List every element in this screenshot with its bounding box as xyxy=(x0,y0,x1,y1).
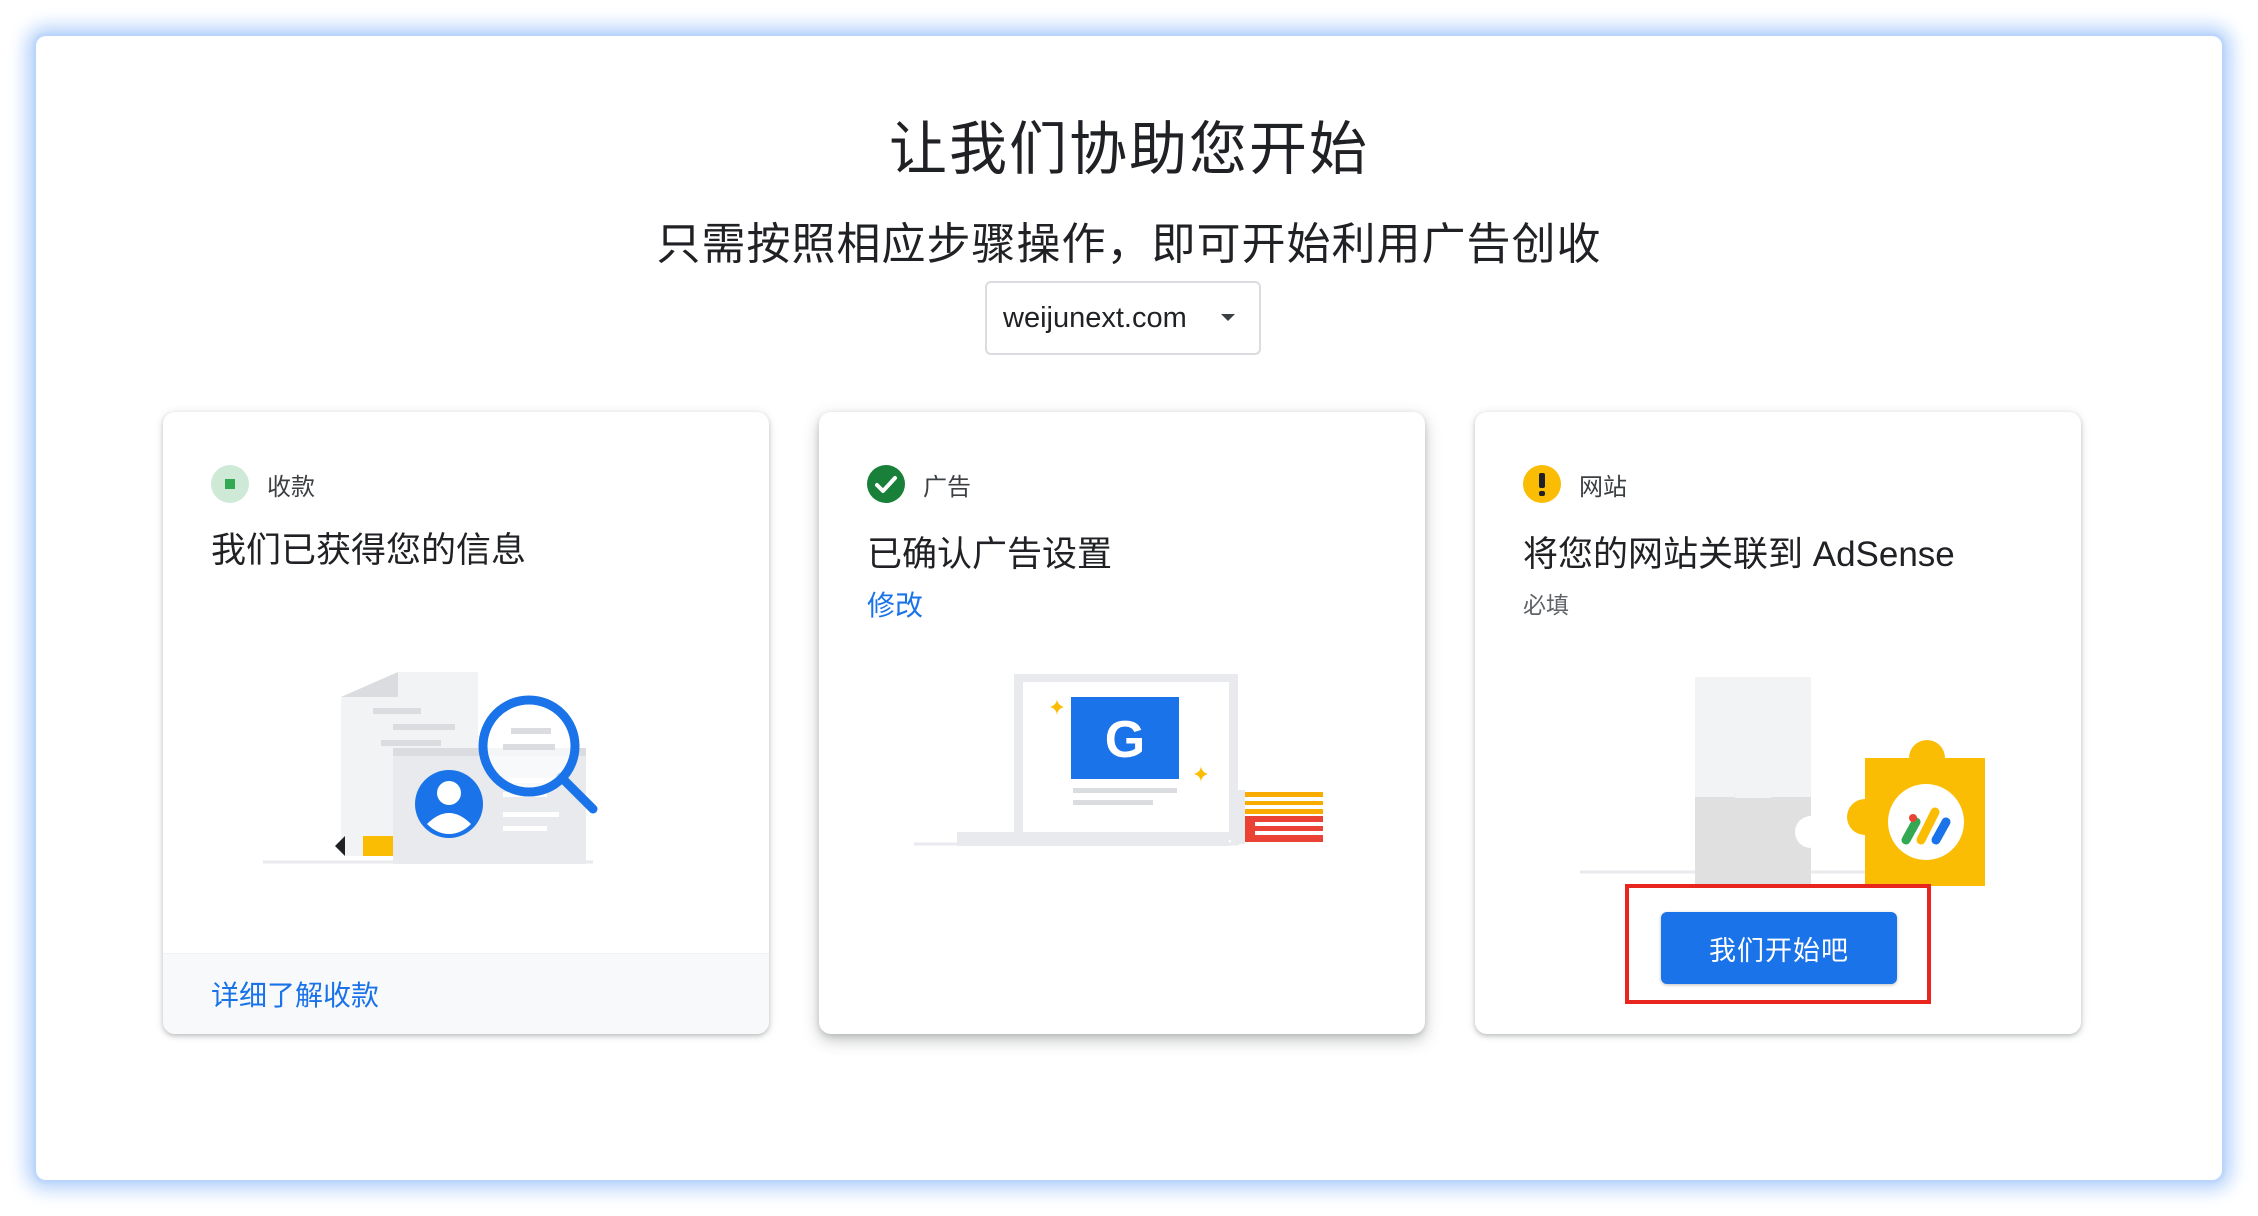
payments-footer: 详细了解收款 xyxy=(163,953,769,1034)
learn-payments-link[interactable]: 详细了解收款 xyxy=(211,974,379,1014)
document-id-magnifier-illustration xyxy=(263,672,598,864)
site-selector[interactable]: weijunext.com xyxy=(985,281,1261,355)
svg-text:✦: ✦ xyxy=(1048,696,1066,721)
get-started-button[interactable]: 我们开始吧 xyxy=(1661,912,1897,984)
ads-card: 广告 已确认广告设置 修改 G ✦ ✦ xyxy=(819,412,1425,1034)
dropdown-arrow-icon xyxy=(1221,314,1235,321)
laptop-google-books-illustration: G ✦ ✦ xyxy=(914,674,1323,846)
svg-text:G: G xyxy=(1105,711,1145,769)
page-subtitle: 只需按照相应步骤操作，即可开始利用广告创收 xyxy=(656,220,1602,269)
svg-text:✦: ✦ xyxy=(1192,763,1210,788)
payments-card: 收款 我们已获得您的信息 详细了解收款 xyxy=(163,412,769,1034)
page-title: 让我们协助您开始 xyxy=(888,117,1369,182)
site-selector-value: weijunext.com xyxy=(1003,302,1187,334)
main-window: 让我们协助您开始 只需按照相应步骤操作，即可开始利用广告创收 weijunext… xyxy=(36,36,2222,1180)
site-card: 网站 将您的网站关联到 AdSense 必填 我们开始吧 xyxy=(1475,412,2081,1034)
